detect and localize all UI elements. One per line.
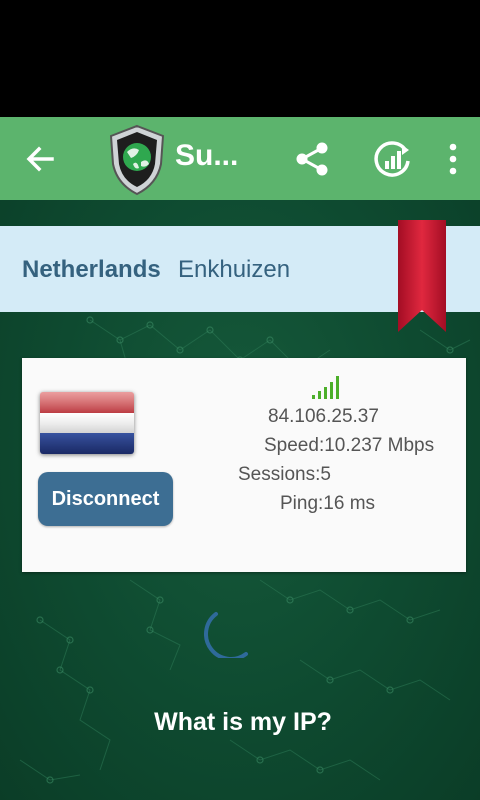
shield-globe-logo: [109, 124, 165, 196]
whats-my-ip-link[interactable]: What is my IP?: [0, 708, 480, 737]
server-ip: 84.106.25.37: [268, 406, 379, 427]
app-title: Su...: [175, 139, 239, 172]
more-vert-icon[interactable]: [440, 141, 466, 177]
loading-spinner: [204, 612, 248, 658]
status-bar-area: [0, 0, 480, 117]
app-toolbar: Su...: [0, 117, 480, 200]
server-speed: Speed:10.237 Mbps: [264, 435, 435, 456]
main-content: Netherlands Enkhuizen Disconnect 84.106.…: [0, 200, 480, 800]
country-name: Netherlands: [22, 256, 161, 283]
arrow-left-icon[interactable]: [22, 141, 58, 177]
speed-test-icon[interactable]: [372, 139, 412, 179]
bookmark-ribbon-icon[interactable]: [398, 220, 446, 334]
signal-strength-icon: [312, 376, 339, 399]
server-sessions: Sessions:5: [238, 464, 331, 485]
netherlands-flag: [40, 392, 134, 454]
server-ping: Ping:16 ms: [280, 493, 376, 514]
share-icon[interactable]: [293, 140, 331, 178]
disconnect-button[interactable]: Disconnect: [38, 472, 173, 526]
city-name: Enkhuizen: [178, 256, 291, 283]
server-info-card: Disconnect 84.106.25.37 Speed:10.237 Mbp…: [22, 358, 466, 572]
